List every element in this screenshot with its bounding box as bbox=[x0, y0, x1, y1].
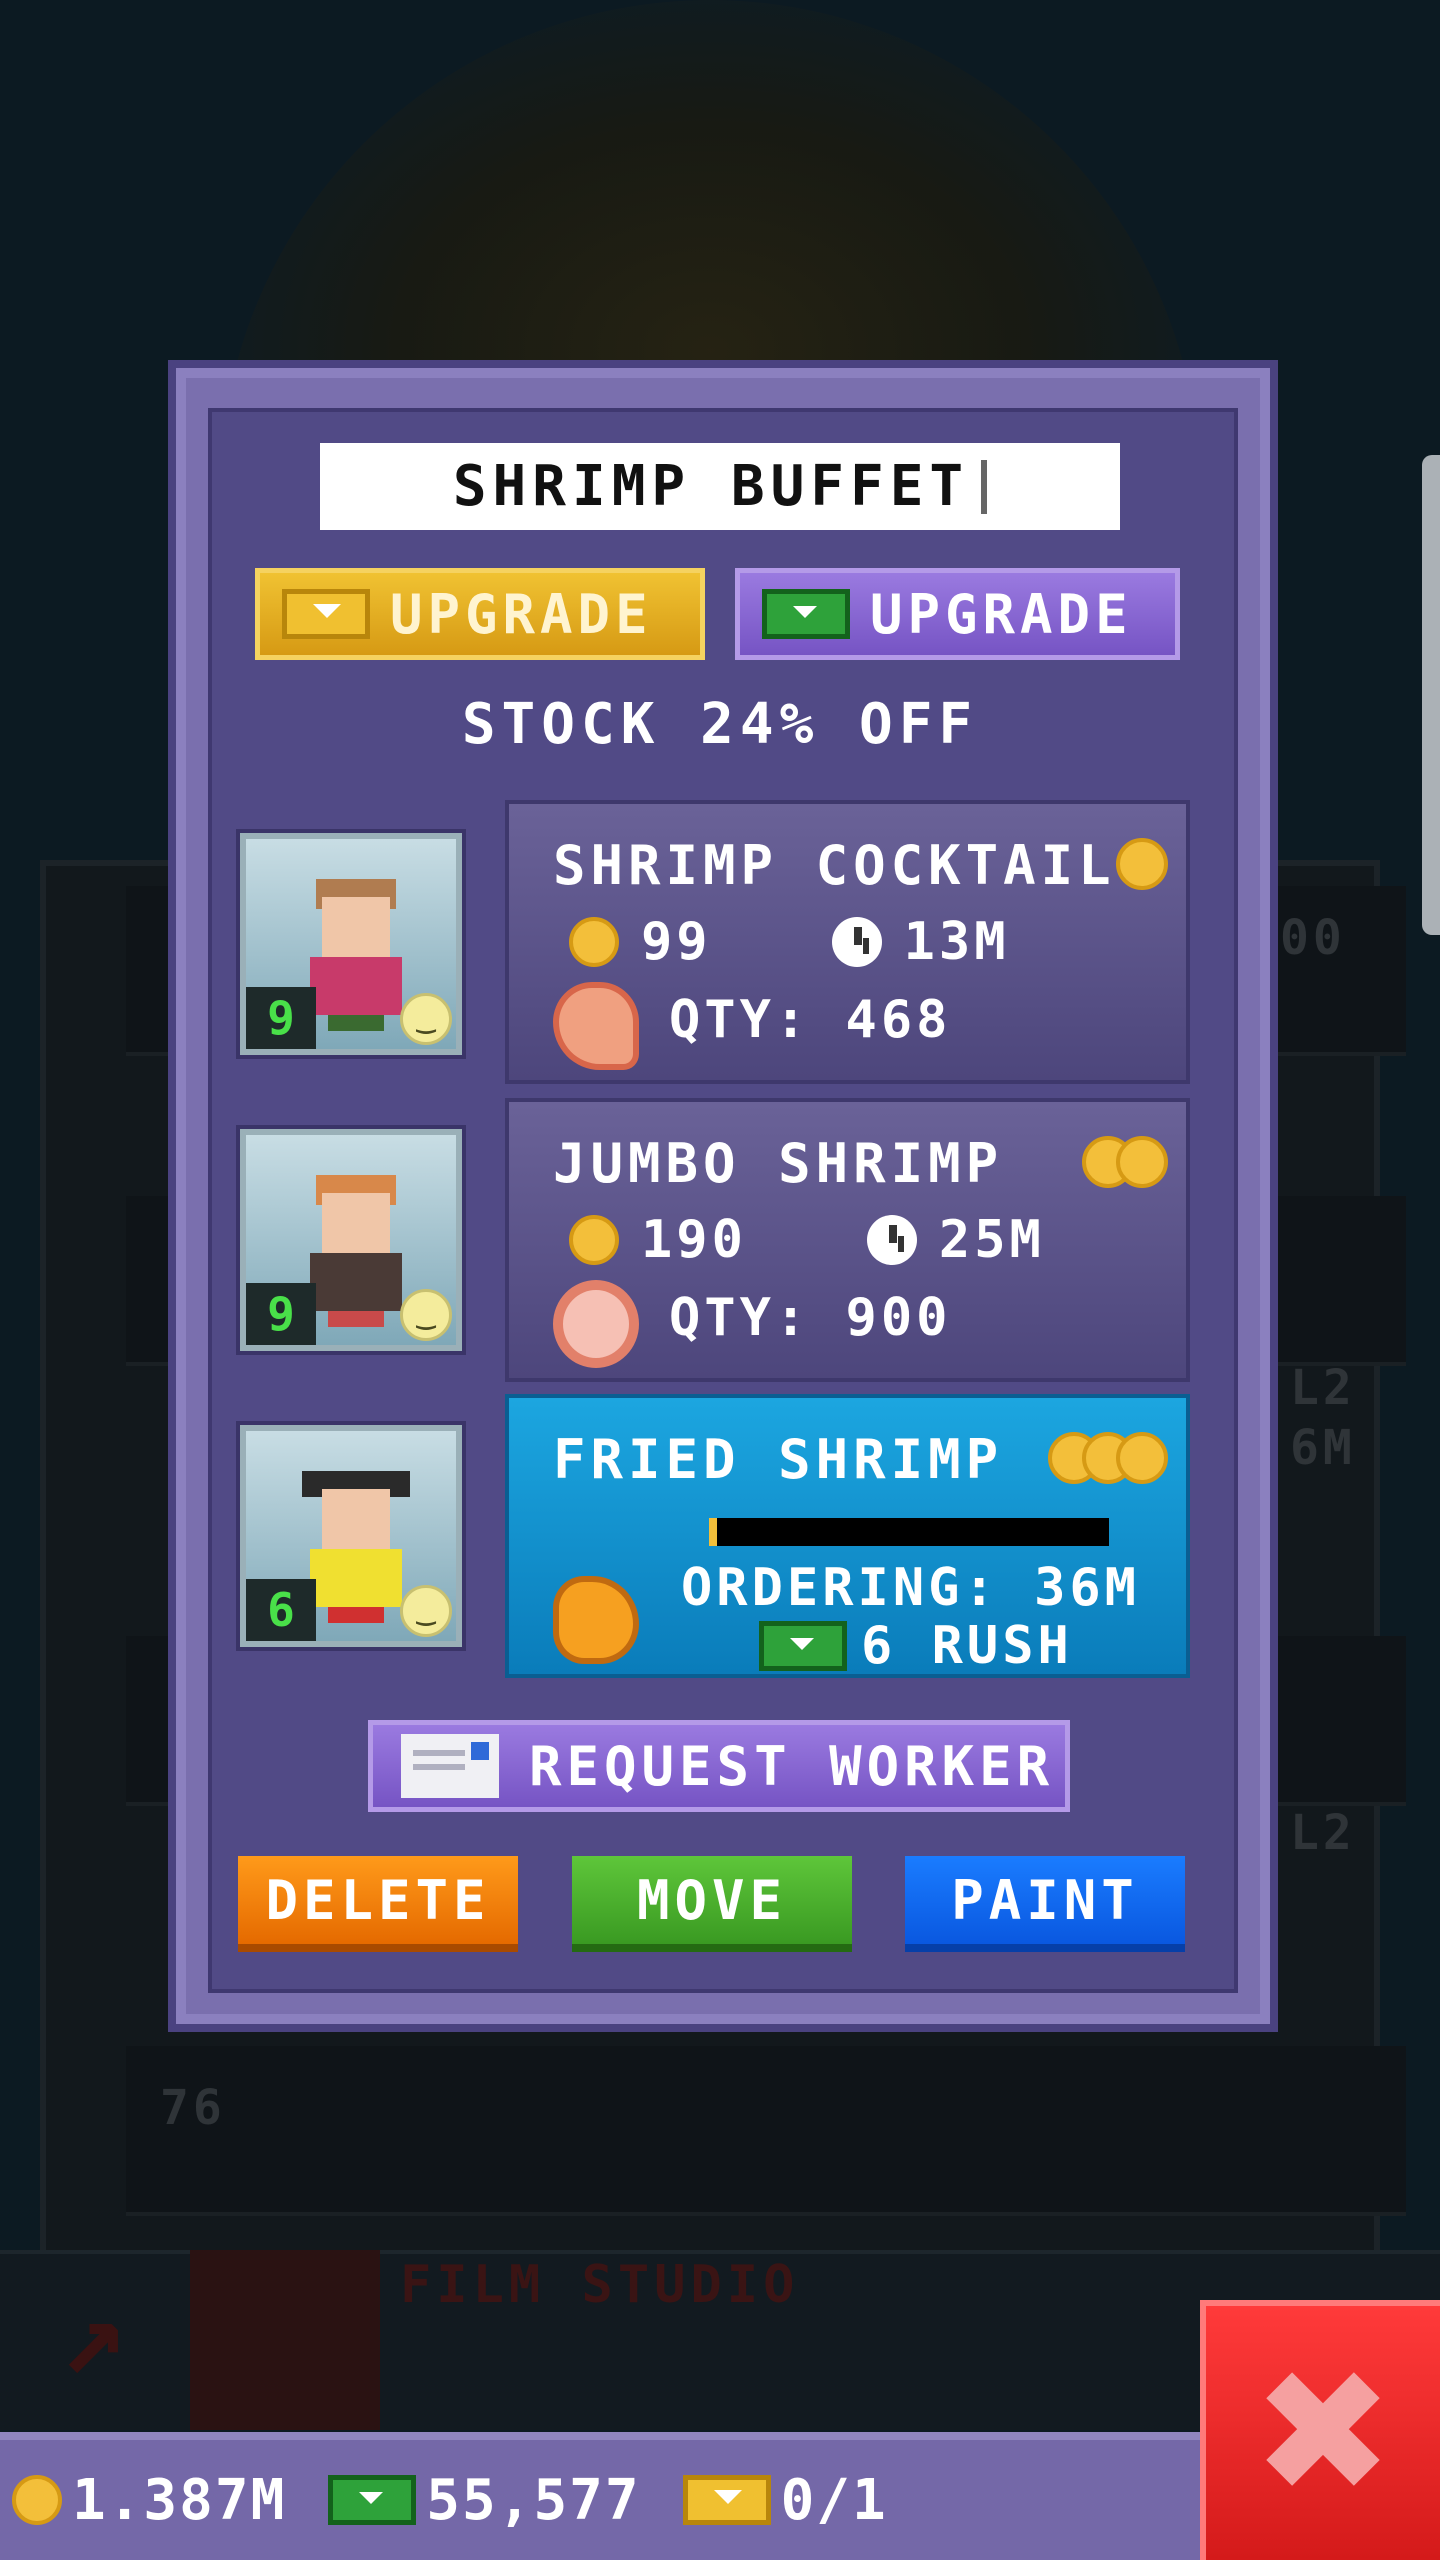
fried-shrimp-icon bbox=[553, 1576, 639, 1664]
neutral-face-icon: ‿ bbox=[400, 993, 452, 1045]
product-card-shrimp-cocktail[interactable]: SHRIMP COCKTAIL 99 13M QTY: 468 bbox=[505, 800, 1190, 1084]
move-button[interactable]: MOVE bbox=[572, 1856, 852, 1952]
product-cost: 99 bbox=[641, 912, 712, 972]
product-time: 13M bbox=[903, 912, 1010, 972]
tickets-value: 0/1 bbox=[780, 2467, 888, 2533]
neutral-face-icon: ‿ bbox=[400, 1585, 452, 1637]
golden-ticket-icon bbox=[682, 2475, 771, 2525]
background-floor-number: L2 bbox=[1290, 1360, 1356, 1416]
tower-bux-icon bbox=[759, 1621, 847, 1671]
close-icon: ✖ bbox=[1251, 2334, 1395, 2532]
product-qty: QTY: 468 bbox=[669, 990, 952, 1050]
jumbo-shrimp-icon bbox=[553, 1280, 639, 1368]
coin-icon bbox=[1116, 1136, 1168, 1188]
rush-label: 6 RUSH bbox=[861, 1616, 1073, 1676]
upgrade-ticket-button[interactable]: UPGRADE bbox=[255, 568, 705, 660]
worker-avatar bbox=[310, 879, 402, 1031]
request-worker-label: REQUEST WORKER bbox=[529, 1734, 1055, 1798]
background-floor-number: 76 bbox=[160, 2080, 226, 2136]
worker-portrait[interactable]: 9 ‿ bbox=[240, 833, 462, 1055]
clock-icon bbox=[831, 917, 882, 967]
paint-button[interactable]: PAINT bbox=[905, 1856, 1185, 1952]
envelope-icon bbox=[401, 1734, 499, 1798]
worker-skill-badge: 6 bbox=[246, 1579, 316, 1641]
product-cost: 190 bbox=[641, 1210, 747, 1270]
close-button[interactable]: ✖ bbox=[1200, 2300, 1440, 2560]
text-caret bbox=[981, 459, 988, 514]
upgrade-ticket-label: UPGRADE bbox=[390, 582, 653, 646]
tickets-counter: 0/1 bbox=[682, 2467, 888, 2533]
worker-avatar bbox=[302, 1471, 410, 1623]
background-floor-number: 6M bbox=[1290, 1420, 1356, 1476]
worker-portrait[interactable]: 6 ‿ bbox=[240, 1425, 462, 1647]
product-name: SHRIMP COCKTAIL bbox=[553, 834, 1116, 897]
coin-tier-icon bbox=[1048, 1432, 1168, 1484]
bux-value: 55,577 bbox=[426, 2467, 641, 2533]
floor-name-text: SHRIMP BUFFET bbox=[452, 454, 970, 519]
coin-icon bbox=[569, 917, 619, 967]
floor-name-input[interactable]: SHRIMP BUFFET bbox=[320, 443, 1120, 530]
product-name: FRIED SHRIMP bbox=[553, 1428, 1004, 1491]
neutral-face-icon: ‿ bbox=[400, 1289, 452, 1341]
clock-icon bbox=[866, 1215, 917, 1265]
tower-bux-icon bbox=[328, 2475, 417, 2525]
background-floor-number: 00 bbox=[1280, 910, 1346, 966]
background-elevator bbox=[190, 2250, 380, 2430]
bux-counter: 55,577 bbox=[328, 2468, 640, 2533]
background-film-studio-label: FILM STUDIO bbox=[400, 2255, 800, 2315]
delete-button[interactable]: DELETE bbox=[238, 1856, 518, 1952]
coin-tier-icon bbox=[1116, 838, 1168, 890]
rush-button[interactable]: 6 RUSH bbox=[759, 1616, 1073, 1676]
coin-icon bbox=[1116, 838, 1168, 890]
golden-ticket-icon bbox=[282, 589, 370, 639]
request-worker-button[interactable]: REQUEST WORKER bbox=[368, 1720, 1070, 1812]
worker-avatar bbox=[310, 1175, 402, 1327]
product-time: 25M bbox=[938, 1210, 1045, 1270]
ordering-progress-bar bbox=[709, 1518, 1109, 1546]
worker-portrait[interactable]: 9 ‿ bbox=[240, 1129, 462, 1351]
tower-bux-icon bbox=[762, 589, 850, 639]
product-card-fried-shrimp[interactable]: FRIED SHRIMP ORDERING: 36M 6 RUSH bbox=[505, 1394, 1190, 1678]
product-card-jumbo-shrimp[interactable]: JUMBO SHRIMP 190 25M QTY: 900 bbox=[505, 1098, 1190, 1382]
coins-value: 1.387M bbox=[72, 2467, 287, 2533]
coin-icon bbox=[12, 2475, 62, 2525]
upgrade-bux-label: UPGRADE bbox=[870, 582, 1133, 646]
product-qty: QTY: 900 bbox=[669, 1288, 952, 1348]
background-floor bbox=[126, 2046, 1406, 2216]
coin-icon bbox=[1116, 1432, 1168, 1484]
worker-skill-badge: 9 bbox=[246, 1283, 316, 1345]
coin-tier-icon bbox=[1082, 1136, 1168, 1188]
coins-counter: 1.387M bbox=[12, 2468, 286, 2533]
background-arrow-icon: ↗ bbox=[60, 2270, 127, 2398]
shrimp-cocktail-icon bbox=[553, 982, 639, 1070]
product-name: JUMBO SHRIMP bbox=[553, 1132, 1004, 1195]
background-floor-number: L2 bbox=[1290, 1805, 1356, 1861]
product-stats: 190 25M bbox=[569, 1210, 1045, 1270]
ordering-status: ORDERING: 36M bbox=[681, 1558, 1140, 1618]
upgrade-bux-button[interactable]: UPGRADE bbox=[735, 568, 1180, 660]
worker-skill-badge: 9 bbox=[246, 987, 316, 1049]
coin-icon bbox=[569, 1215, 619, 1265]
product-stats: 99 13M bbox=[569, 912, 1010, 972]
stock-discount-text: STOCK 24% OFF bbox=[461, 692, 979, 757]
